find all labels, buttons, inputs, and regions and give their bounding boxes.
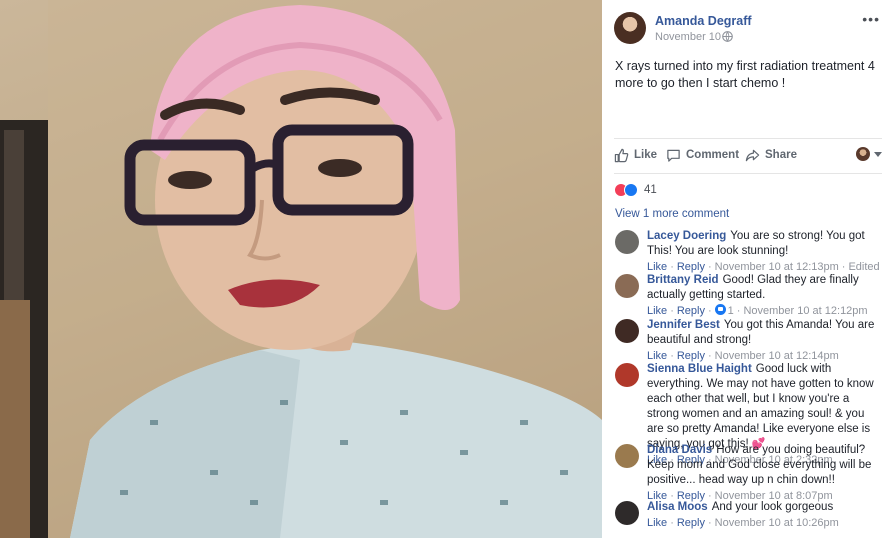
like-label: Like — [634, 149, 658, 161]
share-button[interactable]: Share — [745, 146, 797, 164]
commenter-avatar[interactable] — [615, 274, 639, 298]
commenter-name[interactable]: Brittany Reid — [647, 274, 719, 286]
caret-down-icon — [874, 151, 882, 157]
post-header: Amanda Degraff November 10 ••• — [614, 12, 882, 48]
comment-text-block: Alisa Moos And your look gorgeous — [647, 500, 883, 515]
like-reaction-icon — [624, 182, 638, 197]
comment-button[interactable]: Comment — [666, 146, 739, 164]
comment-time[interactable]: November 10 at 12:14pm — [715, 350, 839, 362]
commenter-name[interactable]: Sienna Blue Haight — [647, 363, 752, 375]
comment-like-link[interactable]: Like — [647, 350, 667, 362]
view-more-comments-link[interactable]: View 1 more comment — [615, 208, 729, 220]
comment-time[interactable]: November 10 at 12:12pm — [743, 305, 867, 317]
share-label: Share — [765, 149, 797, 161]
comment-text: And your look gorgeous — [711, 501, 834, 513]
comment-meta: Like · Reply · November 10 at 12:14pm — [647, 350, 839, 362]
viewer-avatar — [856, 147, 870, 161]
commenter-avatar[interactable] — [615, 230, 639, 254]
commenter-avatar[interactable] — [615, 501, 639, 525]
post-date[interactable]: November 10 — [655, 31, 721, 43]
comment-bubble-icon — [667, 149, 680, 162]
commenter-name[interactable]: Lacey Doering — [647, 230, 726, 242]
comment-text: Good luck with everything. We may not ha… — [647, 363, 874, 450]
comment-text-block: Sienna Blue Haight Good luck with everyth… — [647, 362, 883, 452]
comment-like-link[interactable]: Like — [647, 261, 667, 273]
comment-time[interactable]: November 10 at 12:13pm — [715, 261, 839, 273]
reactions-summary[interactable]: 41 — [614, 173, 882, 201]
comment-meta: Like · Reply · November 10 at 12:13pm · Edited — [647, 261, 880, 273]
reply-reaction-icon — [714, 304, 726, 315]
comment-like-link[interactable]: Like — [647, 517, 667, 529]
comment-edited: Edited — [848, 261, 880, 273]
comment-reply-link[interactable]: Reply — [677, 261, 705, 273]
post-panel: Amanda Degraff November 10 ••• X rays tu… — [602, 0, 891, 538]
comment-reply-link[interactable]: Reply — [677, 350, 705, 362]
commenter-name[interactable]: Diana Davis — [647, 444, 712, 456]
comment-label: Comment — [686, 149, 740, 161]
comment-text-block: Brittany Reid Good! Glad they are finally… — [647, 273, 883, 303]
comment-time[interactable]: November 10 at 10:26pm — [715, 517, 839, 529]
commenter-avatar[interactable] — [615, 363, 639, 387]
comment-text-block: Diana Davis How are you doing beautiful? … — [647, 443, 883, 488]
commenter-name[interactable]: Alisa Moos — [647, 501, 708, 513]
comment-meta: Like · Reply · November 10 at 10:26pm — [647, 517, 839, 529]
reaction-icons — [614, 182, 640, 197]
commenter-name[interactable]: Jennifer Best — [647, 319, 720, 331]
comment-text-block: Jennifer Best You got this Amanda! You ar… — [647, 318, 883, 348]
share-arrow-icon — [745, 149, 760, 161]
comment-like-link[interactable]: Like — [647, 305, 667, 317]
reaction-count: 41 — [644, 183, 657, 196]
commenter-avatar[interactable] — [615, 319, 639, 343]
globe-icon — [722, 31, 733, 42]
post-photo[interactable] — [0, 0, 602, 538]
reaction-identity-selector[interactable] — [856, 147, 882, 161]
commenter-avatar[interactable] — [615, 444, 639, 468]
author-name[interactable]: Amanda Degraff — [655, 14, 752, 28]
post-text: X rays turned into my first radiation tr… — [615, 59, 875, 90]
like-button[interactable]: Like — [614, 146, 657, 164]
author-avatar[interactable] — [614, 12, 646, 44]
comment-reply-link[interactable]: Reply — [677, 517, 705, 529]
action-bar: Like Comment Share — [614, 138, 882, 168]
comment-reply-link[interactable]: Reply — [677, 305, 705, 317]
comment-meta: Like · Reply · 1 · November 10 at 12:12pm — [647, 304, 868, 317]
thumbs-up-icon — [614, 148, 629, 162]
comment-reaction-count[interactable]: 1 — [728, 305, 734, 317]
selfie-illustration — [0, 0, 602, 538]
comment-text-block: Lacey Doering You are so strong! You got … — [647, 229, 883, 259]
more-options-icon[interactable]: ••• — [862, 12, 880, 26]
